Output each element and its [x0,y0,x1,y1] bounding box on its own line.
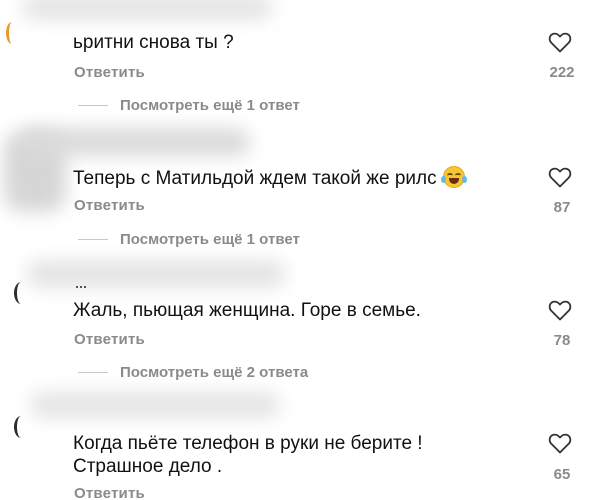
reply-button[interactable]: Ответить [74,331,145,348]
comment-text-line: Когда пьёте телефон в руки не берите ! [73,433,423,454]
comment-text: Жаль, пьющая женщина. Горе в семье. [73,300,421,321]
heart-outline-icon[interactable] [548,299,572,321]
heart-outline-icon[interactable] [548,31,572,53]
laughing-emoji-icon [440,166,467,188]
comment-text: ьритни снова ты ? [73,32,234,53]
like-count: 78 [553,332,571,349]
username-fragment [76,286,86,289]
reply-button[interactable]: Ответить [74,64,145,81]
comment-text-content: Теперь с Матильдой ждем такой же рилс [73,168,437,189]
heart-outline-icon[interactable] [548,432,572,454]
like-count: 222 [549,64,575,81]
avatar[interactable] [6,22,18,44]
reply-button[interactable]: Ответить [74,485,145,500]
divider-line [78,371,108,373]
comments-screen: ьритни снова ты ? Ответить 222 Посмотрет… [0,0,600,500]
like-count: 87 [553,199,571,216]
view-more-replies[interactable]: Посмотреть ещё 1 ответ [78,229,300,249]
comment-text-line: Страшное дело . [73,456,223,477]
comment-text: Когда пьёте телефон в руки не берите ! С… [73,432,513,478]
like-count: 65 [553,466,571,483]
view-more-replies[interactable]: Посмотреть ещё 1 ответ [78,95,300,115]
divider-line [78,238,108,240]
view-more-replies-label: Посмотреть ещё 2 ответа [120,363,309,381]
redacted-username [20,128,250,156]
avatar[interactable] [14,282,28,304]
view-more-replies[interactable]: Посмотреть ещё 2 ответа [78,362,308,382]
redacted-username [26,260,286,288]
heart-outline-icon[interactable] [548,166,572,188]
view-more-replies-label: Посмотреть ещё 1 ответ [120,230,300,248]
redacted-username [22,0,272,20]
view-more-replies-label: Посмотреть ещё 1 ответ [120,96,300,114]
redacted-username [30,392,280,418]
divider-line [78,104,108,106]
comment-text: Теперь с Матильдой ждем такой же рилс [73,166,467,190]
reply-button[interactable]: Ответить [74,197,145,214]
avatar[interactable] [14,416,28,438]
